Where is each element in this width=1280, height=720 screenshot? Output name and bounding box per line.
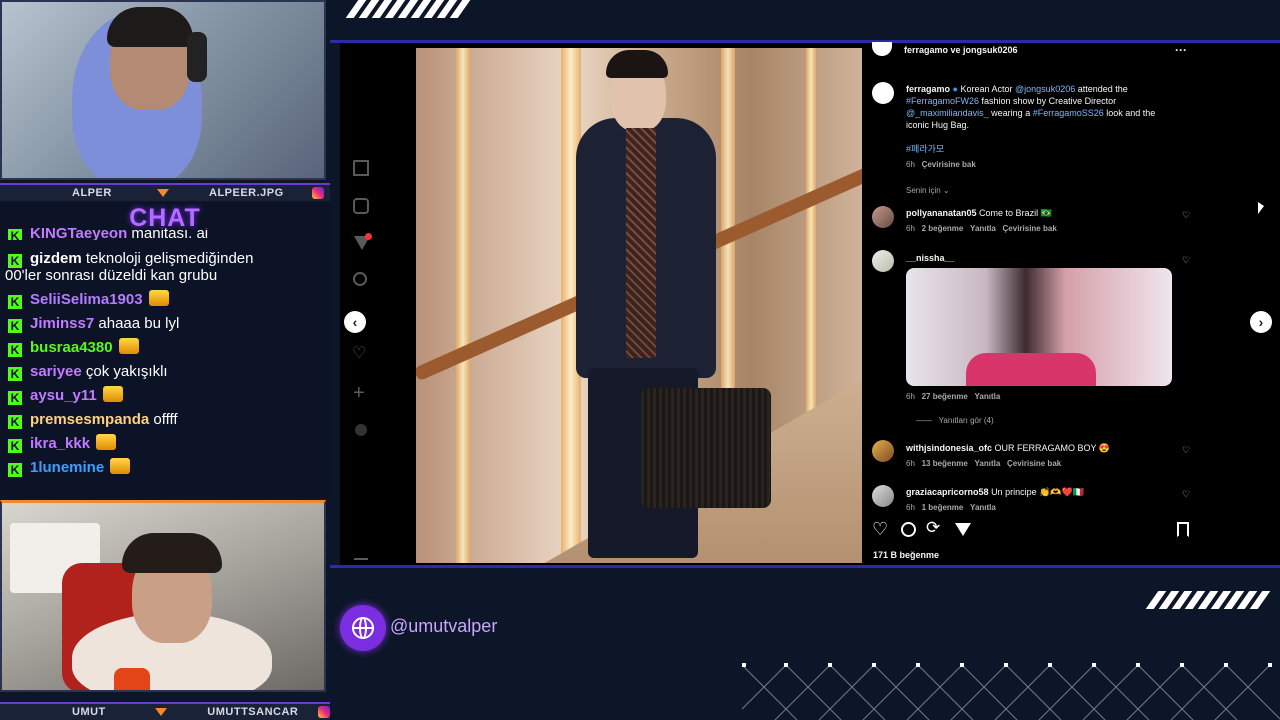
chat-message: Kikra_kkk <box>8 434 117 454</box>
globe-icon <box>340 605 386 651</box>
post-author-avatar[interactable] <box>872 42 892 56</box>
save-icon[interactable] <box>1177 522 1189 537</box>
caption-line2: #FerragamoFW26 fashion show by Creative … <box>906 96 1117 106</box>
kick-badge-icon: K <box>8 367 22 381</box>
kick-badge-icon: K <box>8 295 22 309</box>
webcam-right-name: ALPEER.JPG <box>209 187 284 199</box>
chat-message: K SeliiSelima1903 <box>8 290 169 310</box>
verified-icon: ● <box>952 84 958 94</box>
create-icon[interactable]: + <box>353 383 365 403</box>
kick-badge-icon: K <box>8 391 22 405</box>
scarf <box>626 128 656 358</box>
heart-nav-icon[interactable]: ♡ <box>352 346 366 362</box>
chat-panel: CHAT K KINGTaeyeon manitası. ai Kgizdem t… <box>0 202 330 498</box>
like-comment-icon[interactable]: ♡ <box>1182 255 1190 266</box>
chat-message-cut: K KINGTaeyeon manitası. ai <box>8 228 208 240</box>
kick-badge-icon: K <box>8 415 22 429</box>
chevron-down-icon: ⌄ <box>942 186 950 195</box>
comment-meta: 6h 13 beğenme Yanıtla Çevirisine bak <box>906 459 1062 468</box>
kick-badge-icon: K <box>8 319 22 333</box>
caption-hashtag[interactable]: #페라가모 <box>906 143 944 155</box>
comment-avatar[interactable] <box>872 206 894 228</box>
webcam-alper-namebar: ALPER ALPEER.JPG <box>0 183 330 201</box>
chat-message-continued: 00'ler sonrası düzeldi kan grubu <box>5 267 218 284</box>
chat-message: K Jiminss7 ahaaa bu lyl <box>8 314 179 334</box>
kick-badge-icon: K <box>8 343 22 357</box>
webcam-right-name: UMUTTSANCAR <box>207 706 299 718</box>
comment-text: graziacapricorno58 Un principe 👏🫶❤️🇮🇹 <box>906 487 1084 497</box>
like-comment-icon[interactable]: ♡ <box>1182 210 1190 221</box>
decor-slashes-bottom <box>1145 591 1271 609</box>
view-replies-button[interactable]: —— Yanıtları gör (4) <box>916 416 994 425</box>
emote-icon <box>118 338 139 354</box>
post-header[interactable]: ferragamo ve jongsuk0206 <box>904 44 1018 56</box>
comment-avatar[interactable] <box>872 250 894 272</box>
webcam-left-name: ALPER <box>72 187 112 199</box>
share-icon[interactable] <box>955 523 971 536</box>
hug-bag <box>641 388 771 508</box>
emote-icon <box>96 434 117 450</box>
kick-badge-icon: K <box>8 229 22 240</box>
comment-meta: 6h 2 beğenme Yanıtla Çevirisine bak <box>906 224 1057 233</box>
repost-icon[interactable]: ⟳ <box>926 519 940 537</box>
comment-text: __nissha__ <box>906 253 955 263</box>
home-icon[interactable] <box>353 160 369 176</box>
webcam-umut-namebar: UMUT UMUTTSANCAR <box>0 702 330 720</box>
more-options-icon[interactable]: ··· <box>1175 44 1187 56</box>
kick-badge-icon: K <box>8 463 22 477</box>
webcam-left-name: UMUT <box>72 706 106 718</box>
instagram-icon <box>318 706 330 718</box>
chat-message: Kaysu_y11 <box>8 386 123 406</box>
social-handle: @umutvalper <box>390 616 498 636</box>
reels-icon[interactable] <box>353 198 369 214</box>
decor-diamond-grid <box>742 663 1280 720</box>
like-comment-icon[interactable]: ♡ <box>1182 445 1190 456</box>
headset-icon <box>187 32 207 82</box>
like-icon[interactable]: ♡ <box>872 520 888 538</box>
chat-message: Kbusraa4380 <box>8 338 139 358</box>
more-nav-icon[interactable] <box>354 558 368 560</box>
emote-icon <box>102 386 123 402</box>
webcam-umut <box>0 500 326 692</box>
comment-image[interactable] <box>906 268 1172 386</box>
caption-line1: ferragamo ● Korean Actor @jongsuk0206 at… <box>906 84 1128 94</box>
prev-post-button[interactable]: ‹ <box>344 311 366 333</box>
comment-avatar[interactable] <box>872 440 894 462</box>
emote-icon <box>110 458 131 474</box>
mouse-cursor <box>1258 202 1264 214</box>
notification-dot <box>365 233 372 240</box>
next-post-button[interactable]: › <box>1250 311 1272 333</box>
caption-line4: iconic Hug Bag. <box>906 120 970 130</box>
caption-line3: @_maximiliandavis_ wearing a #FerragamoS… <box>906 108 1156 118</box>
search-icon[interactable] <box>353 272 367 286</box>
post-photo[interactable] <box>416 48 862 563</box>
arrow-down-icon <box>157 189 169 197</box>
comment-avatar[interactable] <box>872 485 894 507</box>
comment-meta: 6h 27 beğenme Yanıtla <box>906 392 1001 401</box>
caption-meta: 6h Çevirisine bak <box>906 160 976 169</box>
comment-text: withjsindonesia_ofc OUR FERRAGAMO BOY 😍 <box>906 443 1111 453</box>
emote-icon <box>148 290 169 306</box>
post-details-panel: ferragamo ve jongsuk0206 ··· ferragamo ●… <box>862 42 1200 563</box>
decor-slashes-top <box>345 0 471 18</box>
microphone-icon <box>114 668 150 690</box>
comment-meta: 6h 1 beğenme Yanıtla <box>906 503 996 512</box>
chat-message: K 1lunemine <box>8 458 131 478</box>
caption-avatar[interactable] <box>872 82 894 104</box>
arrow-down-icon <box>155 708 168 716</box>
chat-message: Ksariyee çok yakışıklı <box>8 362 168 382</box>
like-comment-icon[interactable]: ♡ <box>1182 489 1190 500</box>
profile-icon[interactable] <box>355 424 367 436</box>
comment-icon[interactable] <box>901 522 916 537</box>
kick-badge-icon: K <box>8 439 22 453</box>
chat-message: Kpremsesmpanda offff <box>8 410 178 430</box>
likes-count[interactable]: 171 B beğenme <box>873 549 939 561</box>
instagram-icon <box>311 187 324 199</box>
webcam-alper <box>0 0 326 180</box>
sort-dropdown[interactable]: Senin için ⌄ <box>906 186 950 195</box>
comment-text: pollyananatan05 Come to Brazil 🇧🇷 <box>906 208 1052 218</box>
